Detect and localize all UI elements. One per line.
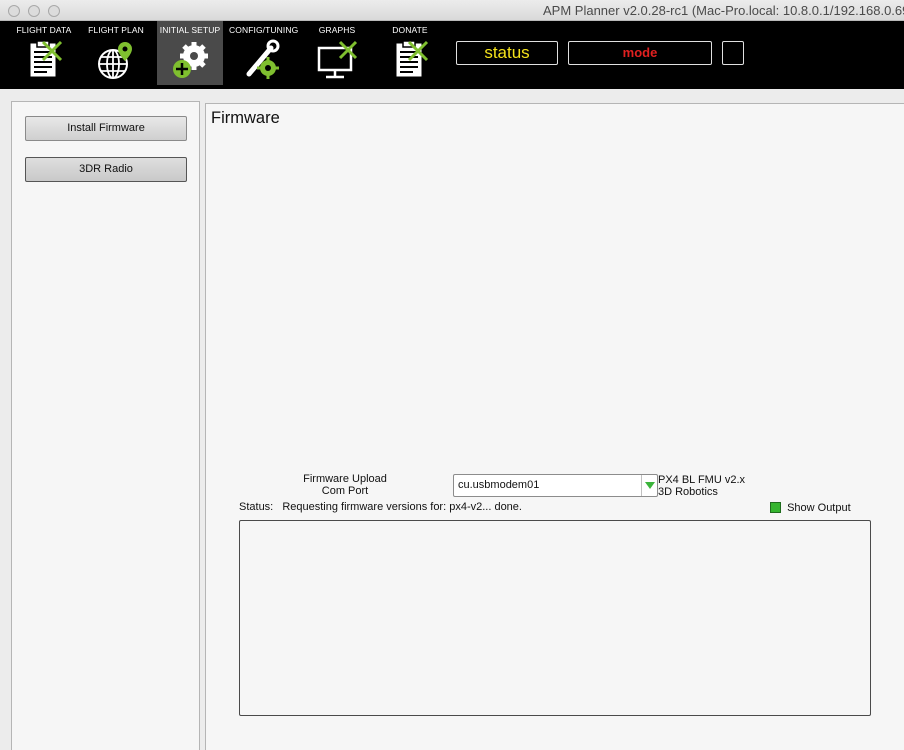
nav-initial-setup[interactable]: INITIAL SETUP [157, 21, 223, 85]
page-title: Firmware [211, 109, 280, 127]
status-text: status [484, 43, 530, 62]
com-port-select[interactable]: cu.usbmodem01 [453, 474, 658, 497]
nav-config-tuning[interactable]: CONFIG/TUNING [229, 21, 299, 85]
clipboard-icon [30, 40, 63, 77]
mode-text: mode [622, 45, 658, 60]
nav-initial-setup-label: INITIAL SETUP [159, 25, 221, 35]
wrench-gear-icon [246, 39, 280, 79]
close-window-button[interactable] [8, 5, 20, 17]
nav-graphs[interactable]: GRAPHS [306, 21, 368, 85]
firmware-status: Status: Requesting firmware versions for… [239, 501, 522, 513]
nav-flight-plan[interactable]: FLIGHT PLAN [84, 21, 148, 85]
show-output-label: Show Output [787, 502, 851, 514]
setup-sidebar: Install Firmware 3DR Radio [11, 101, 200, 750]
gears-icon [173, 42, 208, 78]
board-info: PX4 BL FMU v2.x 3D Robotics [658, 474, 745, 498]
chevron-down-icon[interactable] [641, 475, 657, 496]
main-toolbar: FLIGHT DATA FLIGHT PLAN INITIAL SETUP CO… [0, 21, 904, 89]
nav-flight-data-label: FLIGHT DATA [16, 25, 72, 35]
minimize-window-button[interactable] [28, 5, 40, 17]
mode-display: mode [568, 41, 712, 65]
window-title: APM Planner v2.0.28-rc1 (Mac-Pro.local: … [543, 3, 904, 18]
status-value: Requesting firmware versions for: px4-v2… [282, 501, 522, 513]
board-name: PX4 BL FMU v2.x [658, 474, 746, 486]
title-bar: APM Planner v2.0.28-rc1 (Mac-Pro.local: … [0, 0, 904, 21]
status-display: status [456, 41, 558, 65]
firmware-upload-label-line1: Firmware Upload [303, 473, 387, 485]
board-vendor: 3D Robotics [658, 486, 718, 498]
3dr-radio-button[interactable]: 3DR Radio [25, 157, 187, 182]
nav-flight-plan-label: FLIGHT PLAN [88, 25, 144, 35]
zoom-window-button[interactable] [48, 5, 60, 17]
nav-donate-label: DONATE [392, 25, 428, 35]
show-output-toggle[interactable]: Show Output [770, 502, 851, 514]
nav-flight-data[interactable]: FLIGHT DATA [12, 21, 76, 85]
firmware-panel: Firmware Firmware Upload Com Port cu.usb… [205, 103, 904, 750]
firmware-upload-label-line2: Com Port [321, 485, 369, 497]
connection-indicator[interactable] [722, 41, 744, 65]
clipboard-icon [396, 40, 429, 77]
show-output-checkbox[interactable] [770, 502, 781, 513]
nav-donate[interactable]: DONATE [378, 21, 442, 85]
nav-config-tuning-label: CONFIG/TUNING [229, 25, 299, 35]
monitor-icon [317, 40, 358, 79]
nav-graphs-label: GRAPHS [318, 25, 356, 35]
globe-icon [98, 42, 132, 79]
firmware-upload-label: Firmware Upload Com Port [290, 473, 400, 497]
com-port-value: cu.usbmodem01 [458, 479, 540, 491]
install-firmware-button[interactable]: Install Firmware [25, 116, 187, 141]
output-log[interactable] [239, 520, 871, 716]
status-label: Status: [239, 501, 274, 513]
